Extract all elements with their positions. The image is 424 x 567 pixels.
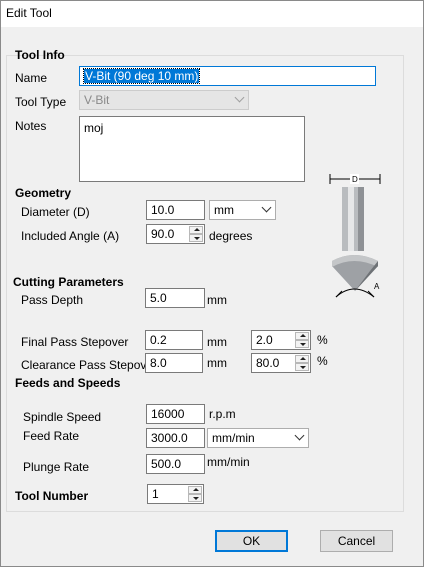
pass-depth-value: 5.0 — [150, 291, 167, 305]
clearance-pass-stepover-input[interactable]: 8.0 — [145, 353, 203, 373]
angle-marker-label: A — [374, 282, 380, 291]
window-title: Edit Tool — [6, 6, 52, 20]
cancel-button[interactable]: Cancel — [320, 530, 393, 552]
section-feeds-and-speeds: Feeds and Speeds — [15, 376, 121, 390]
edit-tool-dialog: Edit Tool Tool Info Name V-Bit (90 deg 1… — [0, 0, 424, 567]
tool-number-label: Tool Number — [15, 489, 89, 503]
units-value: mm — [214, 203, 234, 217]
name-label: Name — [15, 71, 48, 85]
final-pass-spinner[interactable] — [295, 332, 309, 348]
final-pass-stepover-value: 0.2 — [150, 333, 167, 347]
clearance-pass-percent-value: 80.0 — [256, 356, 280, 370]
notes-value: moj — [84, 121, 104, 135]
pass-depth-input[interactable]: 5.0 — [145, 288, 205, 308]
pass-depth-unit: mm — [207, 293, 227, 307]
included-angle-value: 90.0 — [151, 227, 175, 241]
title-bar: Edit Tool — [1, 1, 423, 27]
clearance-pass-unit: mm — [207, 356, 227, 370]
clearance-pass-percent-unit: % — [317, 354, 328, 368]
feed-rate-value: 3000.0 — [151, 431, 188, 445]
chevron-down-icon — [294, 430, 305, 441]
tool-number-input[interactable]: 1 — [147, 484, 204, 504]
spindle-speed-value: 16000 — [151, 407, 185, 421]
plunge-rate-input[interactable]: 500.0 — [146, 454, 205, 474]
tool-type-label: Tool Type — [15, 95, 67, 109]
final-pass-percent-unit: % — [317, 333, 328, 347]
final-pass-stepover-input[interactable]: 0.2 — [145, 330, 203, 350]
name-input-value: V-Bit (90 deg 10 mm) — [82, 68, 201, 84]
diameter-label: Diameter (D) — [21, 205, 90, 219]
pass-depth-label: Pass Depth — [21, 293, 84, 307]
units-select[interactable]: mm — [209, 200, 276, 220]
feed-rate-unit-select[interactable]: mm/min — [207, 428, 309, 448]
feed-rate-input[interactable]: 3000.0 — [146, 428, 205, 448]
tool-number-spinner[interactable] — [188, 486, 202, 502]
tool-type-select[interactable]: V-Bit — [79, 90, 249, 110]
clearance-pass-percent-input[interactable]: 80.0 — [251, 353, 311, 373]
feed-rate-unit-value: mm/min — [212, 431, 255, 445]
tool-number-value: 1 — [152, 487, 159, 501]
chevron-down-icon — [234, 92, 245, 103]
diameter-value: 10.0 — [151, 203, 175, 217]
ok-button[interactable]: OK — [215, 530, 288, 552]
included-angle-label: Included Angle (A) — [21, 229, 120, 243]
angle-spinner[interactable] — [189, 226, 203, 242]
section-cutting-parameters: Cutting Parameters — [13, 275, 124, 289]
section-geometry: Geometry — [15, 186, 72, 200]
name-input[interactable]: V-Bit (90 deg 10 mm) — [79, 66, 376, 86]
clearance-pass-stepover-label: Clearance Pass Stepover — [21, 358, 158, 372]
notes-textarea[interactable]: moj — [79, 116, 305, 182]
angle-unit-label: degrees — [209, 229, 253, 243]
final-pass-stepover-label: Final Pass Stepover — [21, 335, 129, 349]
plunge-rate-unit: mm/min — [207, 455, 250, 469]
section-tool-info: Tool Info — [15, 48, 65, 62]
diameter-input[interactable]: 10.0 — [146, 200, 205, 220]
clearance-pass-spinner[interactable] — [295, 355, 309, 371]
final-pass-percent-input[interactable]: 2.0 — [251, 330, 311, 350]
clearance-pass-stepover-value: 8.0 — [150, 356, 167, 370]
notes-label: Notes — [15, 119, 47, 133]
plunge-rate-label: Plunge Rate — [23, 460, 90, 474]
included-angle-input[interactable]: 90.0 — [146, 224, 205, 244]
spindle-speed-input[interactable]: 16000 — [146, 404, 205, 424]
feed-rate-label: Feed Rate — [23, 429, 80, 443]
final-pass-unit: mm — [207, 335, 227, 349]
final-pass-percent-value: 2.0 — [256, 333, 273, 347]
spindle-speed-unit: r.p.m — [209, 407, 236, 421]
chevron-down-icon — [261, 202, 272, 213]
diameter-marker-label: D — [352, 175, 358, 184]
tool-type-value: V-Bit — [84, 93, 110, 107]
plunge-rate-value: 500.0 — [151, 457, 182, 471]
v-bit-diagram: D A — [329, 174, 381, 298]
spindle-speed-label: Spindle Speed — [23, 410, 102, 424]
